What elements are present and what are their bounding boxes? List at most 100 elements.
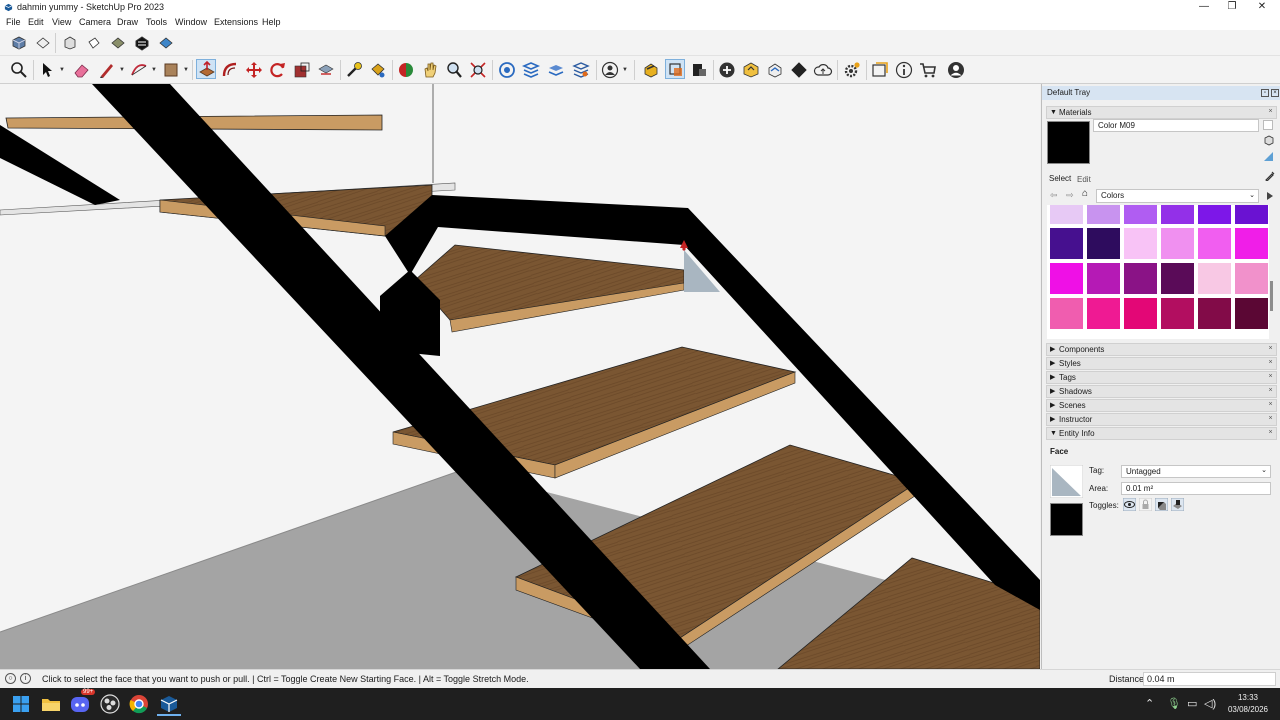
modeling-viewport[interactable] [0,84,1040,669]
close-icon[interactable]: × [1267,345,1274,354]
cloud-button[interactable] [813,60,833,80]
material-default-icon[interactable] [1263,120,1273,130]
pan-button[interactable] [420,60,440,80]
chevron-down-icon[interactable]: ▼ [59,67,65,73]
chrome-button[interactable] [127,692,151,716]
back-arrow-icon[interactable]: ⇦ [1050,190,1058,201]
menu-draw[interactable]: Draw [117,17,138,27]
chevron-up-icon[interactable]: ⌃ [1145,697,1154,710]
microphone-icon[interactable]: 🎙 [1167,697,1181,710]
menu-camera[interactable]: Camera [79,17,111,27]
menu-view[interactable]: View [52,17,71,27]
tab-edit[interactable]: Edit [1077,175,1091,184]
material-swatch[interactable] [1161,228,1194,259]
tag-select[interactable]: Untagged ⌄ [1121,465,1271,478]
tab-select[interactable]: Select [1049,174,1071,183]
close-button[interactable]: ✕ [1246,0,1278,15]
create-material-icon[interactable] [1263,135,1274,146]
swatch-scrollbar[interactable] [1269,205,1275,339]
restore-button[interactable]: ❐ [1216,0,1248,15]
menu-file[interactable]: File [6,17,21,27]
material-swatch[interactable] [1124,298,1157,329]
pin-icon[interactable]: ▫ [1261,89,1269,97]
material-swatch[interactable] [1050,298,1083,329]
visibility-eye-icon[interactable] [1123,498,1136,511]
material-swatch[interactable] [1235,298,1268,329]
rotate-tool-button[interactable] [268,60,288,80]
sections-button[interactable] [665,59,685,79]
material-swatch[interactable] [1087,228,1120,259]
section-display-button[interactable] [689,60,709,80]
top-view-button[interactable] [33,33,53,53]
obs-button[interactable] [98,692,122,716]
solid-tools-button[interactable] [641,60,661,80]
eraser-tool-button[interactable] [72,60,92,80]
material-swatch[interactable] [1235,228,1268,259]
material-swatch[interactable] [1161,263,1194,294]
chevron-down-icon[interactable]: ▼ [622,67,628,73]
measurement-input[interactable]: 0.04 m [1143,672,1276,686]
material-swatch[interactable] [1050,205,1083,224]
close-icon[interactable]: × [1267,373,1274,382]
material-swatch[interactable] [1235,205,1268,224]
speaker-icon[interactable]: ◁) [1204,697,1216,710]
line-tool-button[interactable] [97,60,117,80]
material-swatch[interactable] [1087,263,1120,294]
material-swatch[interactable] [1087,298,1120,329]
close-icon[interactable]: × [1267,429,1274,438]
material-swatch[interactable] [1050,228,1083,259]
preferences-button[interactable] [842,60,862,80]
lock-icon[interactable] [1139,498,1152,511]
chevron-down-icon[interactable]: ▼ [151,67,157,73]
push-pull-tool-button[interactable] [196,59,216,79]
panel-header-styles[interactable]: ▶ Styles × [1046,357,1277,370]
cast-shadows-icon[interactable] [1155,498,1168,511]
eyedropper-icon[interactable] [1264,170,1275,181]
arc-tool-button[interactable] [129,60,149,80]
menu-window[interactable]: Window [175,17,207,27]
follow-me-tool-button[interactable] [220,60,240,80]
chevron-down-icon[interactable]: ▼ [119,67,125,73]
material-swatch[interactable] [1124,263,1157,294]
material-swatch[interactable] [1161,205,1194,224]
extension-warehouse-button[interactable] [521,60,541,80]
orbit-button[interactable] [396,60,416,80]
offset-tool-button[interactable] [316,60,336,80]
store-button[interactable] [918,60,938,80]
materials-panel-header[interactable]: ▼ Materials × [1046,106,1277,119]
close-icon[interactable]: × [1271,89,1279,97]
menu-edit[interactable]: Edit [28,17,44,27]
discord-button[interactable]: 99+ [68,689,96,716]
panel-header-scenes[interactable]: ▶ Scenes × [1046,399,1277,412]
material-swatch[interactable] [1161,298,1194,329]
material-swatch[interactable] [1198,205,1231,224]
scale-tool-button[interactable] [292,60,312,80]
material-name-field[interactable]: Color M09 [1093,119,1259,132]
checker-button[interactable] [789,60,809,80]
move-tool-button[interactable] [244,60,264,80]
terrain-button[interactable] [741,60,761,80]
select-tool-button[interactable] [37,60,57,80]
zoom-extents-button[interactable] [468,60,488,80]
material-swatch[interactable] [1087,205,1120,224]
entity-material-swatch[interactable] [1050,503,1083,536]
geo-location-icon[interactable]: ○ [5,673,16,684]
left-view-button[interactable] [132,33,152,53]
material-swatch[interactable] [1198,263,1231,294]
menu-extensions[interactable]: Extensions [214,17,258,27]
material-swatch[interactable] [1050,263,1083,294]
front-view-button[interactable] [60,33,80,53]
menu-tools[interactable]: Tools [146,17,167,27]
close-icon[interactable]: × [1267,415,1274,424]
material-swatch[interactable] [1124,228,1157,259]
right-view-button[interactable] [84,33,104,53]
back-view-button[interactable] [108,33,128,53]
material-swatch[interactable] [1124,205,1157,224]
staircase-model-canvas[interactable] [0,84,1040,669]
bottom-view-button[interactable] [156,33,176,53]
panel-header-instructor[interactable]: ▶ Instructor × [1046,413,1277,426]
rectangle-tool-button[interactable] [161,60,181,80]
chevron-down-icon[interactable]: ▼ [183,67,189,73]
panel-header-shadows[interactable]: ▶ Shadows × [1046,385,1277,398]
info-icon[interactable]: i [20,673,31,684]
